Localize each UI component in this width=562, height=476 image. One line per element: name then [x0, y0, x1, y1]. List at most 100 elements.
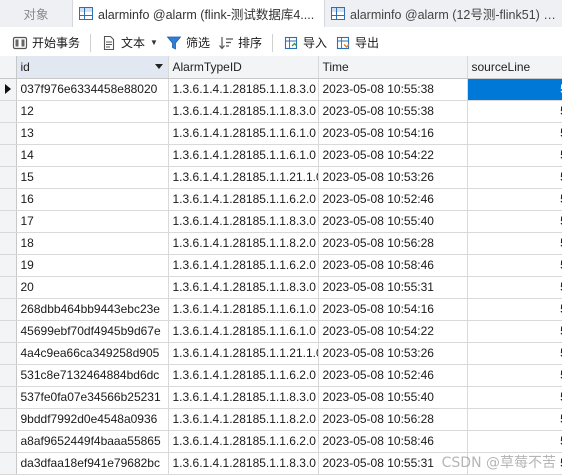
cell-id[interactable]: 17 — [16, 210, 169, 233]
cell-time[interactable]: 2023-05-08 10:55:40 — [318, 210, 468, 233]
cell-time[interactable]: 2023-05-08 10:58:46 — [318, 254, 468, 277]
table-row[interactable]: 16 1.3.6.1.4.1.28185.1.1.6.2.0 2023-05-08 … — [0, 188, 562, 211]
cell-sourceline[interactable]: 50 — [467, 342, 562, 365]
row-indicator[interactable] — [0, 210, 17, 233]
text-dropdown-button[interactable]: 文本 ▼ — [97, 31, 162, 55]
tab-objects[interactable]: 对象 — [0, 0, 73, 27]
begin-transaction-button[interactable]: 开始事务 — [8, 31, 84, 55]
cell-sourceline[interactable]: 51 — [467, 188, 562, 211]
cell-id[interactable]: 037f976e6334458e88020 — [16, 78, 169, 101]
row-indicator[interactable] — [0, 452, 17, 475]
cell-alarmtypeid[interactable]: 1.3.6.1.4.1.28185.1.1.8.3.0 — [168, 276, 319, 299]
row-indicator[interactable] — [0, 276, 17, 299]
column-header-alarmtypeid[interactable]: AlarmTypeID — [168, 56, 319, 79]
cell-id[interactable]: 20 — [16, 276, 169, 299]
cell-time[interactable]: 2023-05-08 10:55:40 — [318, 386, 468, 409]
cell-id[interactable]: da3dfaa18ef941e79682bc — [16, 452, 169, 475]
cell-id[interactable]: 268dbb464bb9443ebc23e — [16, 298, 169, 321]
cell-sourceline[interactable]: 50 — [467, 320, 562, 343]
cell-alarmtypeid[interactable]: 1.3.6.1.4.1.28185.1.1.6.1.0 — [168, 298, 319, 321]
column-header-sourceline[interactable]: sourceLine — [467, 56, 562, 79]
cell-time[interactable]: 2023-05-08 10:53:26 — [318, 342, 468, 365]
cell-alarmtypeid[interactable]: 1.3.6.1.4.1.28185.1.1.8.3.0 — [168, 210, 319, 233]
cell-time[interactable]: 2023-05-08 10:52:46 — [318, 364, 468, 387]
cell-id[interactable]: 14 — [16, 144, 169, 167]
row-indicator[interactable] — [0, 298, 17, 321]
cell-alarmtypeid[interactable]: 1.3.6.1.4.1.28185.1.1.8.3.0 — [168, 452, 319, 475]
cell-sourceline[interactable]: 50 — [467, 78, 562, 101]
row-indicator[interactable] — [0, 364, 17, 387]
cell-alarmtypeid[interactable]: 1.3.6.1.4.1.28185.1.1.6.2.0 — [168, 188, 319, 211]
cell-sourceline[interactable]: 50 — [467, 430, 562, 453]
column-header-time[interactable]: Time — [318, 56, 468, 79]
tab-alarminfo-active[interactable]: alarminfo @alarm (flink-测试数据库4.... — [73, 0, 325, 27]
cell-time[interactable]: 2023-05-08 10:54:22 — [318, 144, 468, 167]
cell-id[interactable]: 19 — [16, 254, 169, 277]
cell-id[interactable]: 45699ebf70df4945b9d67e — [16, 320, 169, 343]
cell-sourceline[interactable]: 51 — [467, 144, 562, 167]
cell-alarmtypeid[interactable]: 1.3.6.1.4.1.28185.1.1.8.3.0 — [168, 386, 319, 409]
cell-time[interactable]: 2023-05-08 10:52:46 — [318, 188, 468, 211]
row-indicator[interactable] — [0, 408, 17, 431]
cell-id[interactable]: 531c8e7132464884bd6dc — [16, 364, 169, 387]
cell-alarmtypeid[interactable]: 1.3.6.1.4.1.28185.1.1.8.2.0 — [168, 408, 319, 431]
filter-button[interactable]: 筛选 — [162, 31, 214, 55]
cell-sourceline[interactable]: 50 — [467, 364, 562, 387]
cell-alarmtypeid[interactable]: 1.3.6.1.4.1.28185.1.1.6.1.0 — [168, 122, 319, 145]
cell-alarmtypeid[interactable]: 1.3.6.1.4.1.28185.1.1.21.1.0 — [168, 342, 319, 365]
cell-time[interactable]: 2023-05-08 10:55:31 — [318, 276, 468, 299]
table-row[interactable]: 14 1.3.6.1.4.1.28185.1.1.6.1.0 2023-05-08 … — [0, 144, 562, 167]
table-row[interactable]: 531c8e7132464884bd6dc 1.3.6.1.4.1.28185.1… — [0, 364, 562, 387]
table-row[interactable]: 12 1.3.6.1.4.1.28185.1.1.8.3.0 2023-05-08 … — [0, 100, 562, 123]
cell-time[interactable]: 2023-05-08 10:53:26 — [318, 166, 468, 189]
cell-time[interactable]: 2023-05-08 10:56:28 — [318, 232, 468, 255]
cell-sourceline[interactable]: 51 — [467, 122, 562, 145]
cell-time[interactable]: 2023-05-08 10:55:38 — [318, 78, 468, 101]
cell-sourceline[interactable]: 51 — [467, 276, 562, 299]
row-indicator[interactable] — [0, 320, 17, 343]
cell-id[interactable]: a8af9652449f4baaa55865 — [16, 430, 169, 453]
cell-alarmtypeid[interactable]: 1.3.6.1.4.1.28185.1.1.6.1.0 — [168, 320, 319, 343]
cell-sourceline[interactable]: 50 — [467, 298, 562, 321]
row-indicator[interactable] — [0, 430, 17, 453]
cell-time[interactable]: 2023-05-08 10:56:28 — [318, 408, 468, 431]
cell-alarmtypeid[interactable]: 1.3.6.1.4.1.28185.1.1.8.3.0 — [168, 78, 319, 101]
table-row[interactable]: 037f976e6334458e88020 1.3.6.1.4.1.28185.1… — [0, 78, 562, 101]
row-indicator[interactable] — [0, 254, 17, 277]
import-button[interactable]: 导入 — [279, 31, 331, 55]
cell-id[interactable]: 12 — [16, 100, 169, 123]
table-row[interactable]: 20 1.3.6.1.4.1.28185.1.1.8.3.0 2023-05-08 … — [0, 276, 562, 299]
cell-id[interactable]: 18 — [16, 232, 169, 255]
cell-time[interactable]: 2023-05-08 10:54:16 — [318, 298, 468, 321]
cell-id[interactable]: 9bddf7992d0e4548a0936 — [16, 408, 169, 431]
cell-id[interactable]: 16 — [16, 188, 169, 211]
cell-alarmtypeid[interactable]: 1.3.6.1.4.1.28185.1.1.8.3.0 — [168, 100, 319, 123]
cell-alarmtypeid[interactable]: 1.3.6.1.4.1.28185.1.1.21.1.0 — [168, 166, 319, 189]
cell-alarmtypeid[interactable]: 1.3.6.1.4.1.28185.1.1.8.2.0 — [168, 232, 319, 255]
table-row[interactable]: 13 1.3.6.1.4.1.28185.1.1.6.1.0 2023-05-08 … — [0, 122, 562, 145]
row-indicator[interactable] — [0, 232, 17, 255]
cell-sourceline[interactable]: 51 — [467, 166, 562, 189]
row-indicator[interactable] — [0, 188, 17, 211]
cell-sourceline[interactable]: 51 — [467, 254, 562, 277]
cell-time[interactable]: 2023-05-08 10:54:16 — [318, 122, 468, 145]
cell-id[interactable]: 4a4c9ea66ca349258d905 — [16, 342, 169, 365]
table-row[interactable]: 537fe0fa07e34566b25231 1.3.6.1.4.1.28185.… — [0, 386, 562, 409]
cell-sourceline[interactable]: 51 — [467, 232, 562, 255]
cell-alarmtypeid[interactable]: 1.3.6.1.4.1.28185.1.1.6.2.0 — [168, 430, 319, 453]
column-header-id[interactable]: id — [16, 56, 169, 79]
table-row[interactable]: 19 1.3.6.1.4.1.28185.1.1.6.2.0 2023-05-08 … — [0, 254, 562, 277]
tab-alarminfo-inactive[interactable]: alarminfo @alarm (12号测-flink51) - 表 — [325, 0, 562, 27]
cell-time[interactable]: 2023-05-08 10:58:46 — [318, 430, 468, 453]
cell-sourceline[interactable]: 50 — [467, 386, 562, 409]
table-row[interactable]: 45699ebf70df4945b9d67e 1.3.6.1.4.1.28185.… — [0, 320, 562, 343]
row-indicator[interactable] — [0, 122, 17, 145]
cell-sourceline[interactable]: 50 — [467, 408, 562, 431]
cell-id[interactable]: 15 — [16, 166, 169, 189]
table-row[interactable]: 268dbb464bb9443ebc23e 1.3.6.1.4.1.28185.1… — [0, 298, 562, 321]
table-row[interactable]: a8af9652449f4baaa55865 1.3.6.1.4.1.28185.… — [0, 430, 562, 453]
row-indicator[interactable] — [0, 166, 17, 189]
table-row[interactable]: 9bddf7992d0e4548a0936 1.3.6.1.4.1.28185.1… — [0, 408, 562, 431]
export-button[interactable]: 导出 — [331, 31, 383, 55]
cell-alarmtypeid[interactable]: 1.3.6.1.4.1.28185.1.1.6.1.0 — [168, 144, 319, 167]
